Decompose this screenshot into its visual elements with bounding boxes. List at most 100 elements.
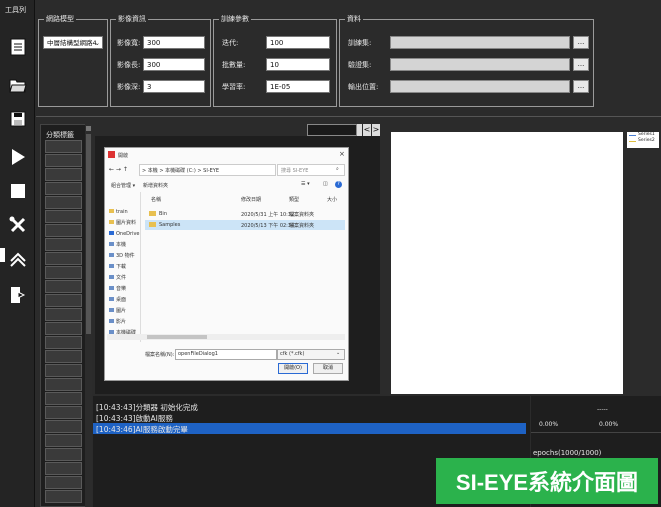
preview-pane-icon[interactable]: ◫	[323, 181, 328, 187]
network-model-select[interactable]: 中層結構型網路4 ⌄	[43, 36, 103, 49]
image-height-label: 影像長:	[117, 61, 141, 69]
class-label-slot[interactable]	[45, 350, 82, 363]
save-button[interactable]	[7, 108, 29, 130]
class-label-slot[interactable]	[45, 462, 82, 475]
progress-left-percent: 0.00%	[539, 421, 559, 428]
class-label-slot[interactable]	[45, 182, 82, 195]
new-document-button[interactable]	[7, 36, 29, 58]
class-label-slot[interactable]	[45, 490, 82, 503]
organize-button[interactable]: 組合管理 ▾	[111, 182, 135, 189]
file-type-select[interactable]: cfk (*.cfk) ⌄	[277, 349, 345, 360]
file-row[interactable]: Bin 2020/5/31 上午 10:32 檔案資料夾	[145, 209, 345, 219]
val-set-label: 驗證集:	[348, 61, 372, 69]
folder-icon	[149, 211, 156, 216]
image-width-input[interactable]: 300	[143, 36, 205, 49]
exit-button[interactable]	[7, 284, 29, 306]
learning-rate-label: 學習率:	[222, 83, 246, 91]
class-label-slot[interactable]	[45, 294, 82, 307]
col-header-date[interactable]: 修改日期	[241, 196, 261, 203]
dialog-hscrollbar[interactable]	[107, 334, 345, 340]
next-image-button[interactable]: >	[372, 124, 380, 136]
play-icon	[12, 149, 25, 165]
class-label-slot[interactable]	[45, 476, 82, 489]
file-type: 檔案資料夾	[289, 212, 315, 218]
iterations-input[interactable]: 100	[266, 36, 330, 49]
class-label-slot[interactable]	[45, 280, 82, 293]
dialog-title: 開啟	[118, 153, 129, 159]
col-header-name[interactable]: 名稱	[151, 196, 161, 203]
learning-rate-input[interactable]: 1E-05	[266, 80, 330, 93]
col-header-type[interactable]: 類型	[289, 196, 299, 203]
file-row-selected[interactable]: Samples 2020/5/13 下午 02:34 檔案資料夾	[145, 220, 345, 230]
dialog-close-button[interactable]: ×	[339, 150, 345, 158]
open-file-dialog: 開啟 × ← → ↑ > 本機 > 本機磁碟 (C:) > SI-EYE 搜尋 …	[104, 147, 349, 381]
tools-icon	[9, 216, 26, 233]
iterations-label: 迭代:	[222, 39, 239, 47]
dialog-nav-pane: train 圖片資料 OneDrive 本機 3D 物件 下載 文件 音樂 桌面 圖片 影片 本機磁碟	[107, 192, 140, 342]
output-location-browse-button[interactable]: ...	[573, 80, 589, 93]
image-depth-input[interactable]: 3	[143, 80, 205, 93]
class-label-slot[interactable]	[45, 154, 82, 167]
watermark-banner: SI-EYE系統介面圖	[436, 458, 658, 504]
file-date: 2020/5/31 上午 10:32	[241, 212, 295, 218]
stop-button[interactable]	[7, 180, 29, 202]
new-folder-button[interactable]: 新增資料夾	[143, 182, 168, 189]
col-header-size[interactable]: 大小	[327, 196, 337, 203]
tools-button[interactable]	[7, 214, 29, 236]
val-set-browse-button[interactable]: ...	[573, 58, 589, 71]
class-label-slot[interactable]	[45, 322, 82, 335]
chevron-down-icon: ⌄	[336, 350, 341, 356]
class-label-slot[interactable]	[45, 266, 82, 279]
batch-size-label: 批數量:	[222, 61, 246, 69]
training-params-title: 訓練參數	[219, 14, 251, 24]
class-label-slot[interactable]	[45, 224, 82, 237]
dialog-nav-arrows[interactable]: ← → ↑	[109, 166, 128, 173]
val-set-path-field[interactable]	[390, 58, 570, 71]
batch-size-input[interactable]: 10	[266, 58, 330, 71]
class-label-slot[interactable]	[45, 210, 82, 223]
output-location-path-field[interactable]	[390, 80, 570, 93]
image-selector-field[interactable]	[307, 124, 357, 136]
network-model-title: 網路模型	[44, 14, 76, 24]
train-set-browse-button[interactable]: ...	[573, 36, 589, 49]
train-set-path-field[interactable]	[390, 36, 570, 49]
class-label-slot[interactable]	[45, 392, 82, 405]
play-button[interactable]	[7, 146, 29, 168]
class-label-slot[interactable]	[45, 420, 82, 433]
toolbar: 工具列	[0, 0, 35, 507]
view-options-icon[interactable]: ☰ ▾	[301, 181, 310, 187]
class-label-slot[interactable]	[45, 168, 82, 181]
class-label-slot[interactable]	[45, 238, 82, 251]
dialog-search-input[interactable]: 搜尋 SI-EYE ⌕	[277, 164, 345, 176]
class-label-slot[interactable]	[45, 196, 82, 209]
class-label-slot[interactable]	[45, 308, 82, 321]
class-label-slot[interactable]	[45, 364, 82, 377]
file-date: 2020/5/13 下午 02:34	[241, 223, 295, 229]
dialog-hscrollbar-thumb[interactable]	[147, 335, 207, 339]
image-depth-label: 影像深:	[117, 83, 141, 91]
document-icon	[10, 38, 26, 56]
class-label-slot[interactable]	[45, 336, 82, 349]
training-chart-area	[391, 132, 623, 394]
class-label-slot[interactable]	[45, 252, 82, 265]
classify-scrollbar-thumb[interactable]	[86, 134, 91, 334]
class-label-slot[interactable]	[45, 448, 82, 461]
dialog-open-button[interactable]: 開啟(O)	[278, 363, 308, 374]
prev-image-button[interactable]: <	[363, 124, 371, 136]
help-icon[interactable]: ?	[335, 181, 342, 188]
filename-input[interactable]: openFileDialog1	[175, 349, 277, 360]
log-line-selected[interactable]: [10:43:46]AI服務啟動完畢	[93, 423, 526, 434]
dialog-cancel-button[interactable]: 取消	[313, 363, 343, 374]
class-label-slot[interactable]	[45, 378, 82, 391]
class-label-slot[interactable]	[45, 434, 82, 447]
class-label-slot[interactable]	[45, 406, 82, 419]
log-line: [10:43:43]分類器 初始化完成	[96, 403, 198, 412]
image-height-input[interactable]: 300	[143, 58, 205, 71]
watermark-text: SI-EYE系統介面圖	[455, 470, 639, 495]
image-selector-dropdown[interactable]	[357, 124, 362, 136]
open-folder-button[interactable]	[7, 74, 29, 96]
home-button[interactable]	[7, 250, 29, 272]
class-label-slot[interactable]	[45, 140, 82, 153]
dialog-path-bar[interactable]: > 本機 > 本機磁碟 (C:) > SI-EYE	[139, 164, 276, 176]
classify-scrollbar[interactable]	[85, 124, 92, 507]
